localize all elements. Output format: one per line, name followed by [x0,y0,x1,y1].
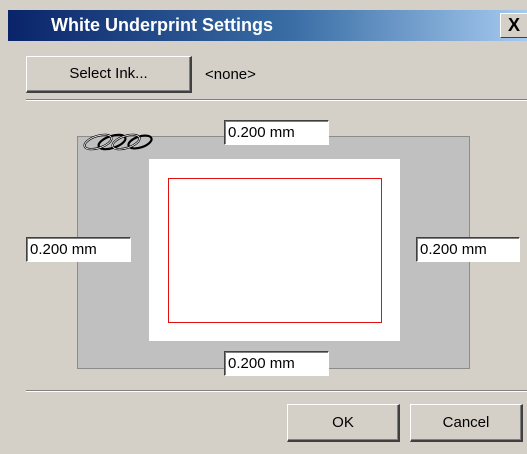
white-underprint-settings-dialog: White Underprint Settings X Select Ink..… [0,0,527,454]
left-margin-field[interactable]: 0.200 mm [26,237,131,262]
ok-button[interactable]: OK [287,404,400,442]
close-button[interactable]: X [500,13,527,38]
close-icon: X [507,15,520,35]
chain-link-icon[interactable] [79,132,155,152]
bottom-margin-field[interactable]: 0.200 mm [224,351,329,376]
bottom-divider [26,390,527,392]
select-ink-button[interactable]: Select Ink... [26,56,192,93]
top-margin-field[interactable]: 0.200 mm [224,120,329,145]
title-bar[interactable]: White Underprint Settings X [8,10,527,41]
selected-ink-label: <none> [205,66,256,83]
cancel-button[interactable]: Cancel [410,404,523,442]
top-divider [26,99,527,101]
right-margin-field[interactable]: 0.200 mm [416,237,520,262]
underprint-outline [168,178,382,323]
dialog-title: White Underprint Settings [51,15,273,35]
